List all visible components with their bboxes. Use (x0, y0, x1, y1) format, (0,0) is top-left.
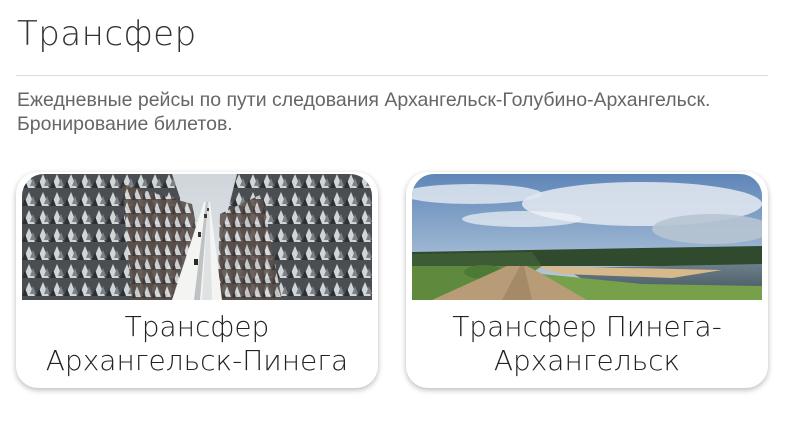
page-title: Трансфер (17, 14, 197, 54)
card-label-line1: Трансфер Пинега- (452, 310, 722, 343)
transfer-card-arkhangelsk-pinega[interactable]: Трансфер Архангельск-Пинега (16, 172, 378, 388)
card-label-line2: Архангельск (493, 344, 681, 377)
card-label-line1: Трансфер (124, 310, 270, 343)
transfer-card-label: Трансфер Пинега- Архангельск (406, 310, 768, 378)
page-description: Ежедневные рейсы по пути следования Арха… (17, 89, 711, 135)
title-divider (16, 75, 768, 76)
transfer-card-pinega-arkhangelsk[interactable]: Трансфер Пинега- Архангельск (406, 172, 768, 388)
summer-road-photo (412, 174, 762, 300)
winter-road-photo (22, 174, 372, 300)
transfer-card-label: Трансфер Архангельск-Пинега (16, 310, 378, 378)
card-label-line2: Архангельск-Пинега (45, 344, 349, 377)
